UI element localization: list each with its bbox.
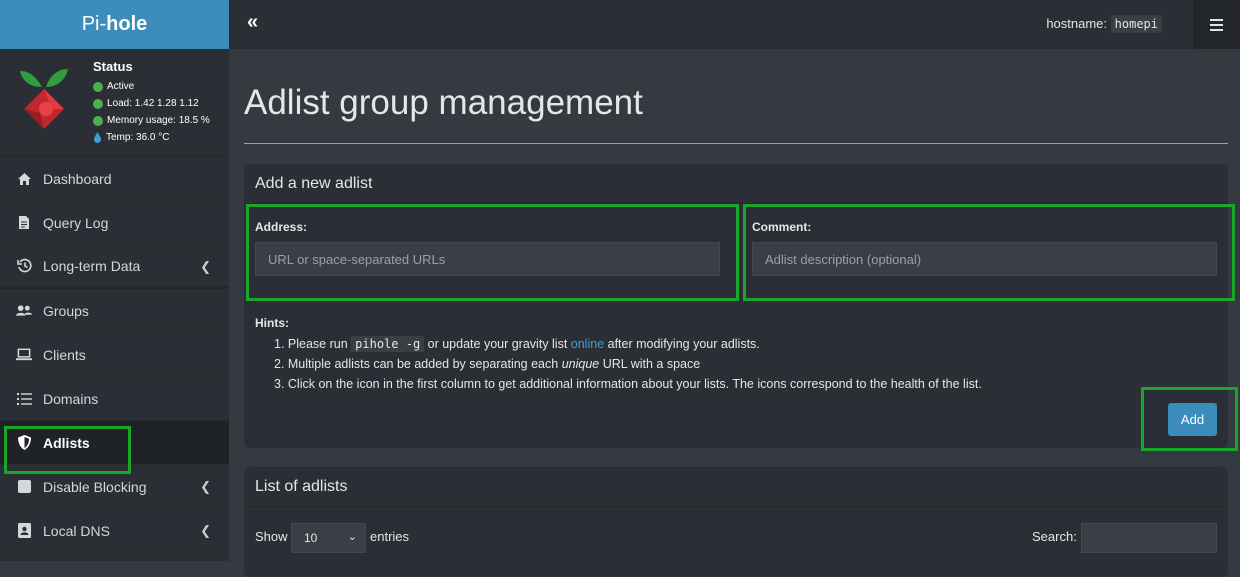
sidebar-item-clients[interactable]: Clients xyxy=(0,333,229,377)
menu-button[interactable] xyxy=(1193,0,1240,49)
top-navbar: « hostname: homepi xyxy=(229,0,1240,49)
status-panel: Status Active Load: 1.42 1.28 1.12 Memor… xyxy=(0,49,229,157)
sidebar-item-groups[interactable]: Groups xyxy=(0,289,229,333)
sidebar-item-long-term-data[interactable]: Long-term Data ❮ xyxy=(0,245,229,289)
entries-label: entries xyxy=(370,529,410,544)
brand-logo-text[interactable]: Pi-hole xyxy=(0,0,229,49)
comment-input[interactable] xyxy=(752,242,1217,276)
sidebar-item-adlists[interactable]: Adlists xyxy=(0,421,229,465)
hostname-display: hostname: homepi xyxy=(1046,15,1162,33)
laptop-icon xyxy=(16,347,32,363)
status-active: Active xyxy=(93,78,210,95)
hint-item: 1. Please run pihole -g or update your g… xyxy=(274,336,760,352)
comment-label: Comment: xyxy=(752,220,812,234)
sidebar-item-query-log[interactable]: Query Log xyxy=(0,201,229,245)
adlist-list-card-title: List of adlists xyxy=(244,467,1228,507)
address-book-icon xyxy=(16,523,32,539)
search-input[interactable] xyxy=(1081,523,1217,553)
sidebar-item-domains[interactable]: Domains xyxy=(0,377,229,421)
pihole-logo-icon xyxy=(20,69,68,129)
hint-item: 3. Click on the icon in the first column… xyxy=(274,377,982,391)
sidebar: Pi-hole Status Active Load: 1.42 1.28 1.… xyxy=(0,0,229,561)
sidebar-item-local-dns[interactable]: Local DNS ❮ xyxy=(0,509,229,553)
fire-drop-icon xyxy=(94,132,101,143)
status-ok-icon xyxy=(93,115,103,126)
hints-label: Hints: xyxy=(255,316,289,330)
address-input[interactable] xyxy=(255,242,720,276)
main-content: Adlist group management Add a new adlist… xyxy=(229,49,1240,577)
sidebar-toggle-button[interactable]: « xyxy=(247,11,258,34)
users-icon xyxy=(16,303,32,319)
status-title: Status xyxy=(93,59,133,74)
chevron-left-icon: ❮ xyxy=(200,479,211,494)
sidebar-item-dashboard[interactable]: Dashboard xyxy=(0,157,229,201)
home-icon xyxy=(16,171,32,187)
status-ok-icon xyxy=(93,98,103,109)
stop-icon xyxy=(16,479,32,495)
add-adlist-card: Add a new adlist Address: Comment: Hints… xyxy=(244,164,1228,448)
title-divider xyxy=(244,143,1228,144)
search-label: Search: xyxy=(1032,529,1077,544)
page-title: Adlist group management xyxy=(244,83,643,122)
hostname-value: homepi xyxy=(1110,15,1162,33)
add-adlist-card-title: Add a new adlist xyxy=(244,164,1228,204)
add-button[interactable]: Add xyxy=(1168,403,1217,436)
chevron-left-icon: ❮ xyxy=(200,523,211,538)
entries-select[interactable]: 10 ⌄ xyxy=(291,523,366,553)
history-icon xyxy=(16,258,32,274)
status-memory: Memory usage: 18.5 % xyxy=(93,112,210,129)
hamburger-icon xyxy=(1210,18,1223,31)
shield-icon xyxy=(16,435,32,451)
address-label: Address: xyxy=(255,220,308,234)
show-label: Show xyxy=(255,529,288,544)
status-ok-icon xyxy=(93,81,103,92)
pihole-command: pihole -g xyxy=(351,336,425,352)
status-load: Load: 1.42 1.28 1.12 xyxy=(93,95,210,112)
hint-item: 2. Multiple adlists can be added by sepa… xyxy=(274,357,701,371)
chevron-down-icon: ⌄ xyxy=(347,531,357,543)
list-icon xyxy=(16,391,32,407)
sidebar-item-disable-blocking[interactable]: Disable Blocking ❮ xyxy=(0,465,229,509)
online-link[interactable]: online xyxy=(571,337,604,351)
status-temp: Temp: 36.0 °C xyxy=(93,129,210,146)
chevron-left-icon: ❮ xyxy=(200,259,211,274)
hints-list: 1. Please run pihole -g or update your g… xyxy=(274,334,982,394)
status-block: Status Active Load: 1.42 1.28 1.12 Memor… xyxy=(93,59,210,146)
file-icon xyxy=(16,215,32,231)
